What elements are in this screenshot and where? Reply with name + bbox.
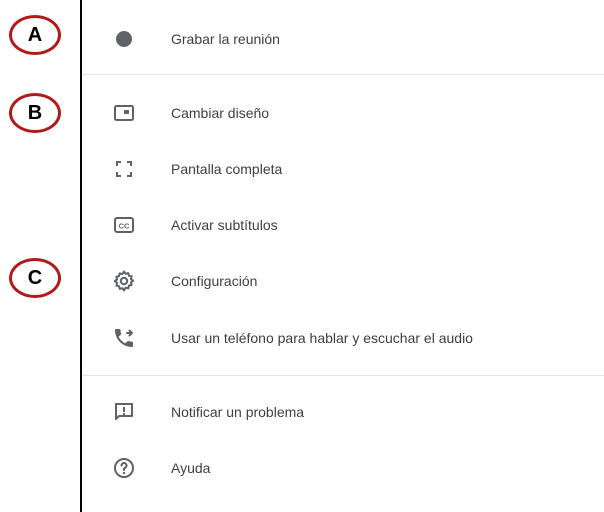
menu-item-label: Grabar la reunión: [171, 31, 280, 47]
menu-item-report-problem[interactable]: Notificar un problema: [82, 392, 604, 432]
menu-item-label: Pantalla completa: [171, 161, 283, 177]
meeting-options-menu: Grabar la reunión Cambiar diseño Pantall…: [82, 0, 604, 512]
menu-item-record-meeting[interactable]: Grabar la reunión: [82, 19, 604, 59]
phone-forward-icon: [112, 326, 136, 350]
menu-separator: [82, 74, 604, 75]
menu-item-label: Configuración: [171, 273, 258, 289]
annotation-badge-b: B: [9, 93, 61, 133]
change-layout-icon: [112, 101, 136, 125]
menu-item-settings[interactable]: Configuración: [82, 261, 604, 301]
menu-item-help[interactable]: Ayuda: [82, 448, 604, 488]
help-icon: [112, 456, 136, 480]
menu-item-label: Activar subtítulos: [171, 217, 278, 233]
menu-item-use-phone-audio[interactable]: Usar un teléfono para hablar y escuchar …: [82, 318, 604, 358]
record-dot-icon: [112, 27, 136, 51]
menu-item-label: Usar un teléfono para hablar y escuchar …: [171, 330, 473, 346]
feedback-icon: [112, 400, 136, 424]
annotation-badge-a: A: [9, 15, 61, 55]
menu-item-label: Notificar un problema: [171, 404, 305, 420]
fullscreen-icon: [112, 157, 136, 181]
menu-item-label: Ayuda: [171, 460, 211, 476]
svg-text:CC: CC: [119, 222, 130, 231]
closed-captions-icon: CC: [112, 213, 136, 237]
menu-item-label: Cambiar diseño: [171, 105, 270, 121]
gear-icon: [112, 269, 136, 293]
menu-item-captions[interactable]: CC Activar subtítulos: [82, 205, 604, 245]
annotation-gutter: A B C: [0, 0, 80, 512]
menu-separator: [82, 375, 604, 376]
menu-item-change-layout[interactable]: Cambiar diseño: [82, 93, 604, 133]
menu-item-fullscreen[interactable]: Pantalla completa: [82, 149, 604, 189]
annotation-badge-c: C: [9, 258, 61, 298]
